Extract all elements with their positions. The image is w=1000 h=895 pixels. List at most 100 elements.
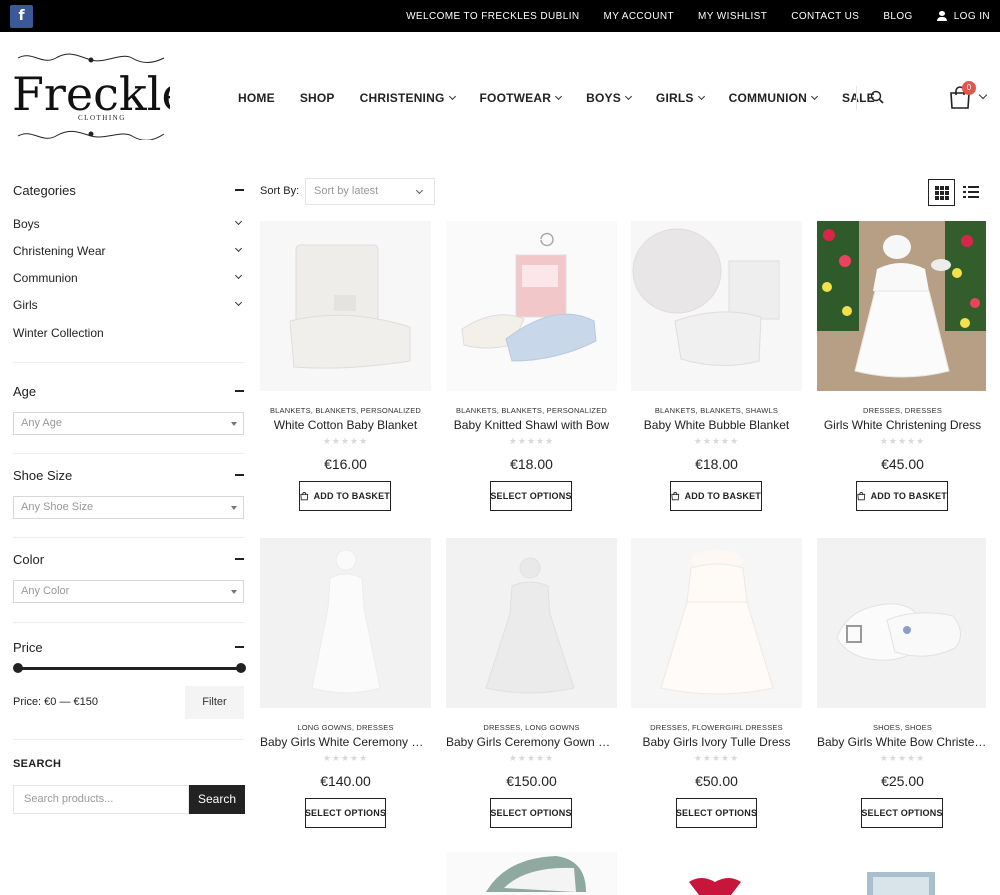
- search-button[interactable]: Search: [189, 785, 245, 814]
- nav-communion[interactable]: COMMUNION: [729, 91, 819, 105]
- product-title[interactable]: Baby White Bubble Blanket: [631, 418, 802, 432]
- product-title[interactable]: Baby Knitted Shawl with Bow: [446, 418, 617, 432]
- list-view-icon[interactable]: [963, 183, 981, 201]
- select-options-button[interactable]: SELECT OPTIONS: [490, 798, 572, 828]
- nav-christening[interactable]: CHRISTENING: [360, 91, 456, 105]
- collapse-icon[interactable]: [235, 646, 244, 648]
- nav-footwear[interactable]: FOOTWEAR: [480, 91, 563, 105]
- nav-shop[interactable]: SHOP: [300, 91, 335, 105]
- category-christening-wear[interactable]: Christening Wear: [13, 244, 105, 258]
- rating-stars: ★★★★★: [322, 436, 369, 446]
- select-options-button[interactable]: SELECT OPTIONS: [861, 798, 943, 828]
- contact-us-link[interactable]: CONTACT US: [791, 11, 859, 22]
- product-image[interactable]: [446, 538, 617, 708]
- product-categories[interactable]: DRESSES, DRESSES: [817, 406, 988, 415]
- brand-name: Freckles: [12, 67, 170, 121]
- filter-button[interactable]: Filter: [185, 686, 244, 719]
- price-title[interactable]: Price: [13, 640, 43, 655]
- product-image[interactable]: [817, 538, 986, 708]
- chevron-down-icon[interactable]: [234, 244, 243, 253]
- product-price: €150.00: [506, 773, 557, 789]
- product-categories[interactable]: BLANKETS, BLANKETS, SHAWLS: [631, 406, 802, 415]
- chevron-down-icon[interactable]: [234, 298, 243, 307]
- search-icon[interactable]: [870, 90, 884, 104]
- shopping-bag-icon: [857, 492, 866, 501]
- category-communion[interactable]: Communion: [13, 271, 78, 285]
- product-title[interactable]: Baby Girls Ivory Tulle Dress: [631, 735, 802, 749]
- product-title[interactable]: Baby Girls White Bow Christening Shoes: [817, 735, 988, 749]
- product-card[interactable]: DRESSES, DRESSES Girls White Christening…: [817, 221, 988, 521]
- product-image[interactable]: [446, 221, 617, 391]
- chevron-down-icon[interactable]: [234, 217, 243, 226]
- product-card[interactable]: BLANKETS, BLANKETS, PERSONALIZED White C…: [260, 221, 431, 521]
- product-categories[interactable]: DRESSES, LONG GOWNS: [446, 723, 617, 732]
- select-options-button[interactable]: SELECT OPTIONS: [676, 798, 757, 828]
- chevron-down-icon[interactable]: [978, 90, 988, 100]
- collapse-icon[interactable]: [235, 474, 244, 476]
- color-title[interactable]: Color: [13, 552, 44, 567]
- rating-stars: ★★★★★: [508, 753, 555, 763]
- color-select[interactable]: Any Color: [13, 580, 244, 603]
- my-wishlist-link[interactable]: MY WISHLIST: [698, 11, 767, 22]
- product-card[interactable]: DRESSES, LONG GOWNS Baby Girls Ceremony …: [446, 538, 617, 838]
- add-to-basket-button[interactable]: ADD TO BASKET: [856, 481, 948, 511]
- product-title[interactable]: Baby Girls Ceremony Gown with Bonnet: [446, 735, 617, 749]
- product-image[interactable]: [446, 852, 617, 895]
- age-title[interactable]: Age: [13, 384, 36, 399]
- divider: [13, 622, 244, 623]
- product-categories[interactable]: BLANKETS, BLANKETS, PERSONALIZED: [446, 406, 617, 415]
- age-select[interactable]: Any Age: [13, 412, 244, 435]
- product-title[interactable]: White Cotton Baby Blanket: [260, 418, 431, 432]
- product-image[interactable]: [817, 221, 986, 391]
- price-slider-max-handle[interactable]: [236, 663, 246, 673]
- product-card[interactable]: BLANKETS, BLANKETS, SHAWLS Baby White Bu…: [631, 221, 802, 521]
- product-image[interactable]: [260, 221, 431, 391]
- product-categories[interactable]: LONG GOWNS, DRESSES: [260, 723, 431, 732]
- shoe-size-title[interactable]: Shoe Size: [13, 468, 72, 483]
- product-card[interactable]: LONG GOWNS, DRESSES Baby Girls White Cer…: [260, 538, 431, 838]
- product-categories[interactable]: BLANKETS, BLANKETS, PERSONALIZED: [260, 406, 431, 415]
- product-title[interactable]: Girls White Christening Dress: [817, 418, 988, 432]
- collapse-icon[interactable]: [235, 558, 244, 560]
- nav-girls[interactable]: GIRLS: [656, 91, 705, 105]
- shoe-size-select[interactable]: Any Shoe Size: [13, 496, 244, 519]
- nav-home[interactable]: HOME: [238, 91, 275, 105]
- top-bar: f WELCOME TO FRECKLES DUBLIN MY ACCOUNT …: [0, 0, 1000, 32]
- search-input[interactable]: Search products...: [13, 785, 189, 814]
- add-to-basket-button[interactable]: ADD TO BASKET: [299, 481, 391, 511]
- sort-select[interactable]: Sort by latest: [305, 178, 435, 205]
- blog-link[interactable]: BLOG: [883, 11, 912, 22]
- divider: [13, 537, 244, 538]
- product-card[interactable]: SHOES, SHOES Baby Girls White Bow Christ…: [817, 538, 988, 838]
- select-options-button[interactable]: SELECT OPTIONS: [490, 481, 572, 511]
- product-image[interactable]: [631, 221, 802, 391]
- price-slider-min-handle[interactable]: [13, 663, 23, 673]
- chevron-down-icon: [697, 92, 705, 101]
- product-image[interactable]: [260, 538, 431, 708]
- chevron-down-icon: [415, 186, 424, 195]
- category-girls[interactable]: Girls: [13, 298, 38, 312]
- log-in-link[interactable]: LOG IN: [936, 11, 990, 22]
- select-options-button[interactable]: SELECT OPTIONS: [305, 798, 386, 828]
- product-categories[interactable]: DRESSES, FLOWERGIRL DRESSES: [631, 723, 802, 732]
- my-account-link[interactable]: MY ACCOUNT: [604, 11, 675, 22]
- collapse-icon[interactable]: [235, 189, 244, 191]
- freckles-logo[interactable]: Freckles CLOTHING: [12, 52, 170, 140]
- product-categories[interactable]: SHOES, SHOES: [817, 723, 988, 732]
- product-image[interactable]: [817, 852, 986, 895]
- chevron-down-icon[interactable]: [234, 271, 243, 280]
- categories-title[interactable]: Categories: [13, 183, 76, 198]
- product-card[interactable]: DRESSES, FLOWERGIRL DRESSES Baby Girls I…: [631, 538, 802, 838]
- add-to-basket-button[interactable]: ADD TO BASKET: [670, 481, 762, 511]
- category-boys[interactable]: Boys: [13, 217, 40, 231]
- grid-view-icon[interactable]: [928, 179, 955, 206]
- nav-boys[interactable]: BOYS: [586, 91, 632, 105]
- category-winter-collection[interactable]: Winter Collection: [13, 326, 104, 340]
- collapse-icon[interactable]: [235, 390, 244, 392]
- product-image[interactable]: [631, 852, 802, 895]
- product-title[interactable]: Baby Girls White Ceremony Gown: [260, 735, 431, 749]
- facebook-icon[interactable]: f: [10, 5, 33, 28]
- price-slider-track[interactable]: [17, 667, 241, 670]
- product-image[interactable]: [631, 538, 802, 708]
- product-card[interactable]: BLANKETS, BLANKETS, PERSONALIZED Baby Kn…: [446, 221, 617, 521]
